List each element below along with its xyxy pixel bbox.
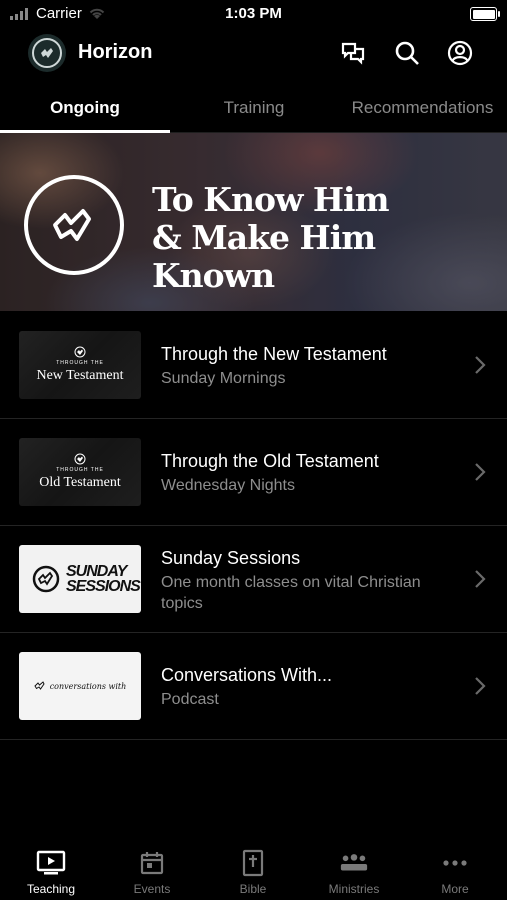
tab-label: Teaching [26,882,76,896]
tab-events[interactable]: Events [107,848,197,896]
tab-label: More [441,882,469,896]
bottom-tab-bar: Teaching Events Bible Ministries More [0,840,507,900]
list-item[interactable]: THROUGH THE New Testament Through the Ne… [0,312,507,419]
thumb-title: New Testament [36,368,124,383]
church-logo-icon [34,681,45,690]
item-subtitle: Sunday Mornings [161,370,286,387]
series-thumbnail: SUNDAY SESSIONS [19,545,141,613]
chevron-right-icon [475,356,486,374]
app-header: Horizon [0,30,507,76]
tab-recommendations[interactable]: Recommendations [338,86,507,130]
tab-more[interactable]: More [410,848,500,896]
status-bar: Carrier 1:03 PM [0,0,507,28]
app-title: Horizon [78,41,153,63]
item-title: Sunday Sessions [161,548,301,568]
chevron-right-icon [475,570,486,588]
calendar-icon [137,848,167,878]
church-logo-icon [32,565,60,593]
banner-line-1: To Know Him [152,180,389,219]
more-dots-icon [440,848,470,878]
thumb-caption: THROUGH THE [56,467,104,473]
item-title: Through the New Testament [161,344,387,364]
church-logo-icon [74,453,86,465]
series-list: THROUGH THE New Testament Through the Ne… [0,312,507,740]
chevron-right-icon [475,677,486,695]
tab-bible[interactable]: Bible [208,848,298,896]
church-logo-icon [24,175,124,275]
chat-icon[interactable] [338,38,368,68]
series-thumbnail: THROUGH THE Old Testament [19,438,141,506]
account-icon[interactable] [445,38,475,68]
church-logo-icon [74,346,86,358]
people-icon [339,848,369,878]
chevron-right-icon [475,463,486,481]
thumb-title: conversations with [49,681,127,691]
tab-label: Events [133,882,171,896]
tv-play-icon [36,848,66,878]
hero-banner[interactable]: To Know Him & Make Him Known [0,133,507,311]
battery-icon [470,7,500,21]
church-logo-icon[interactable] [28,34,66,72]
tab-label: Bible [239,882,267,896]
item-subtitle: Podcast [161,691,219,708]
list-item[interactable]: SUNDAY SESSIONS Sunday Sessions One mont… [0,526,507,633]
bible-icon [238,848,268,878]
item-title: Conversations With... [161,665,333,685]
thumb-title: Old Testament [39,475,121,490]
series-thumbnail: conversations with [19,652,141,720]
segment-tabs: Ongoing Training Recommendations [0,86,507,133]
status-time: 1:03 PM [225,5,282,22]
series-thumbnail: THROUGH THE New Testament [19,331,141,399]
item-subtitle: Wednesday Nights [161,477,295,494]
tab-ongoing[interactable]: Ongoing [0,86,170,130]
item-title: Through the Old Testament [161,451,379,471]
tab-ministries[interactable]: Ministries [309,848,399,896]
banner-line-2: & Make Him Known [152,218,376,295]
list-item[interactable]: conversations with Conversations With...… [0,633,507,740]
tab-training[interactable]: Training [170,86,338,130]
thumb-caption: THROUGH THE [56,360,104,366]
banner-tagline: To Know Him & Make Him Known [152,181,507,295]
thumb-title: SUNDAY SESSIONS [66,563,141,595]
tab-label: Ministries [328,882,380,896]
tab-teaching[interactable]: Teaching [6,848,96,896]
list-item[interactable]: THROUGH THE Old Testament Through the Ol… [0,419,507,526]
item-subtitle: One month classes on vital Christian top… [161,574,421,612]
search-icon[interactable] [392,38,422,68]
